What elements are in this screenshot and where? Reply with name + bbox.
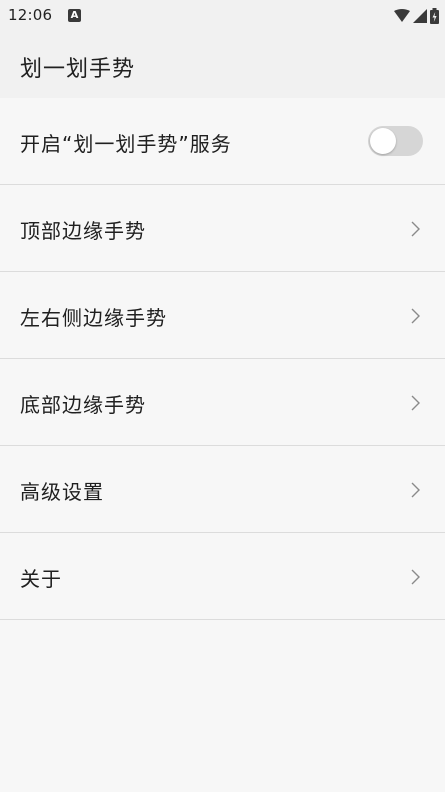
status-bar: 12:06 A <box>0 0 445 34</box>
settings-item-top-edge-gesture[interactable]: 顶部边缘手势 <box>0 185 445 272</box>
a-icon: A <box>68 9 81 22</box>
settings-item-label: 关于 <box>20 567 62 591</box>
service-toggle-switch[interactable] <box>368 126 423 156</box>
settings-item-advanced-settings[interactable]: 高级设置 <box>0 446 445 533</box>
battery-charging-icon <box>430 8 439 24</box>
page-title: 划一划手势 <box>20 57 136 82</box>
app-bar: 划一划手势 <box>0 34 445 98</box>
settings-item-label: 顶部边缘手势 <box>20 219 146 243</box>
settings-item-side-edge-gesture[interactable]: 左右侧边缘手势 <box>0 272 445 359</box>
settings-list: 开启“划一划手势”服务 顶部边缘手势 左右侧边缘手势 底部边缘手势 高级设置 关… <box>0 98 445 620</box>
service-toggle-row[interactable]: 开启“划一划手势”服务 <box>0 98 445 185</box>
switch-thumb <box>370 128 396 154</box>
chevron-right-icon <box>411 308 420 324</box>
settings-item-label: 左右侧边缘手势 <box>20 306 167 330</box>
chevron-right-icon <box>411 482 420 498</box>
chevron-right-icon <box>411 221 420 237</box>
wifi-icon <box>394 9 410 22</box>
status-icons <box>394 7 439 25</box>
status-time: 12:06 <box>8 6 53 24</box>
settings-item-label: 底部边缘手势 <box>20 393 146 417</box>
chevron-right-icon <box>411 569 420 585</box>
chevron-right-icon <box>411 395 420 411</box>
settings-item-bottom-edge-gesture[interactable]: 底部边缘手势 <box>0 359 445 446</box>
service-toggle-label: 开启“划一划手势”服务 <box>20 132 232 156</box>
cell-signal-icon <box>413 9 427 23</box>
settings-item-about[interactable]: 关于 <box>0 533 445 620</box>
settings-item-label: 高级设置 <box>20 480 104 504</box>
